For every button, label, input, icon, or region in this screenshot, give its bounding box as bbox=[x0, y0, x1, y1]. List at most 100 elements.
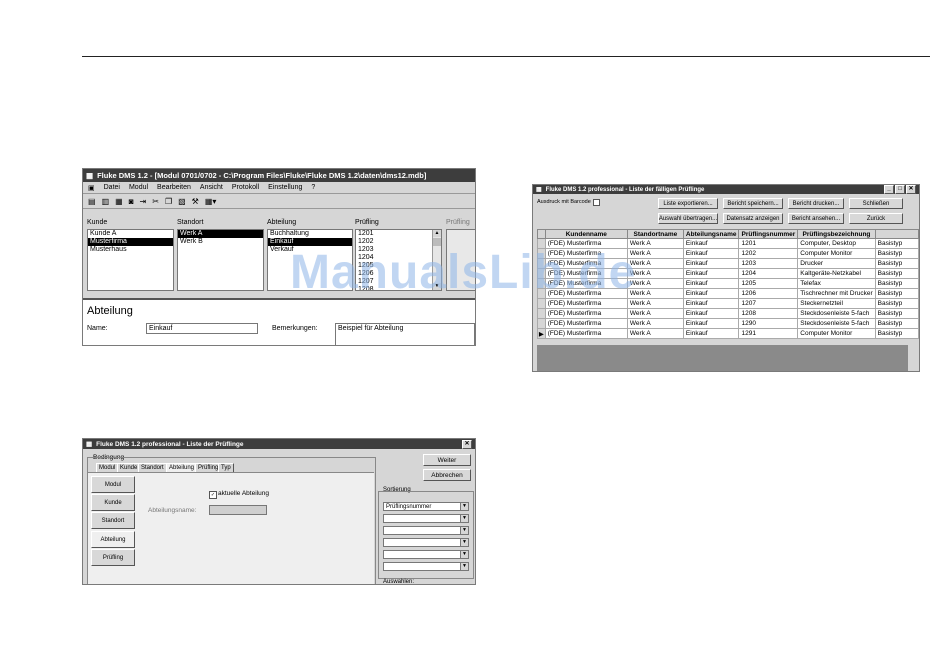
table-cell[interactable]: (FDE) Musterfirma bbox=[544, 308, 628, 319]
table-cell[interactable]: 1291 bbox=[738, 328, 799, 339]
table-row[interactable]: (FDE) Musterfirma Werk A Einkauf 1208 Steckd… bbox=[537, 308, 919, 319]
remarks-field[interactable]: Beispiel für Abteilung bbox=[335, 323, 475, 345]
calc-icon[interactable]: ▦▾ bbox=[205, 197, 217, 206]
open-icon[interactable]: ▥ bbox=[102, 197, 110, 206]
col-header-abteilungsname[interactable]: Abteilungsname bbox=[682, 229, 740, 239]
kunde-list[interactable]: Kunde A Musterfirma Musterhaus bbox=[87, 229, 174, 291]
table-cell[interactable]: Werk A bbox=[626, 318, 684, 329]
table-cell[interactable]: Einkauf bbox=[682, 238, 740, 249]
table-cell[interactable]: Steckdosenleiste 5-fach bbox=[797, 318, 876, 329]
col-header-prueflingsnummer[interactable]: Prüflingsnummer bbox=[738, 229, 799, 239]
list-item-selected[interactable]: Musterfirma bbox=[88, 238, 173, 246]
find-icon[interactable]: ◙ bbox=[129, 197, 134, 206]
table-cell[interactable]: Basistyp bbox=[874, 308, 919, 319]
table-cell[interactable]: Werk A bbox=[626, 298, 684, 309]
chevron-down-icon[interactable]: ▼ bbox=[460, 551, 468, 558]
list-item[interactable]: Musterhaus bbox=[88, 246, 173, 254]
list-item[interactable]: 1201 bbox=[356, 230, 441, 238]
table-cell[interactable]: Einkauf bbox=[682, 328, 740, 339]
chevron-down-icon[interactable]: ▼ bbox=[460, 539, 468, 546]
col-header-standortname[interactable]: Standortname bbox=[626, 229, 684, 239]
paste-icon[interactable]: ▧ bbox=[178, 197, 186, 206]
row-indicator[interactable] bbox=[537, 298, 546, 309]
list-item-selected[interactable]: Werk A bbox=[178, 230, 263, 238]
table-cell[interactable]: Werk A bbox=[626, 308, 684, 319]
tools-icon[interactable]: ⚒ bbox=[192, 197, 199, 206]
menu-datei[interactable]: Datei bbox=[104, 184, 120, 191]
table-cell[interactable]: Basistyp bbox=[874, 258, 919, 269]
table-cell[interactable]: (FDE) Musterfirma bbox=[544, 318, 628, 329]
table-cell[interactable]: (FDE) Musterfirma bbox=[544, 328, 628, 339]
standort-list[interactable]: Werk A Werk B bbox=[177, 229, 264, 291]
sort-combo-1[interactable]: Prüflingsnummer ▼ bbox=[383, 502, 469, 511]
current-checkbox[interactable]: ✓ bbox=[209, 491, 217, 499]
table-cell[interactable]: Drucker bbox=[797, 258, 876, 269]
col-header-kundenname[interactable]: Kundenname bbox=[544, 229, 628, 239]
menu-modul[interactable]: Modul bbox=[129, 184, 148, 191]
name-field[interactable]: Einkauf bbox=[146, 323, 258, 334]
menu-einstellung[interactable]: Einstellung bbox=[268, 184, 302, 191]
table-cell[interactable]: 1208 bbox=[738, 308, 799, 319]
tab-kunde[interactable]: Kunde bbox=[117, 463, 141, 472]
close-button[interactable]: Schließen bbox=[849, 198, 903, 209]
table-cell[interactable]: Steckdosenleiste 5-fach bbox=[797, 308, 876, 319]
col-header-prueflingsbezeichnung[interactable]: Prüflingsbezeichnung bbox=[797, 229, 876, 239]
chevron-down-icon[interactable]: ▼ bbox=[460, 515, 468, 522]
side-button-modul[interactable]: Modul bbox=[91, 476, 135, 493]
menu-bearbeiten[interactable]: Bearbeiten bbox=[157, 184, 191, 191]
chevron-down-icon[interactable]: ▼ bbox=[460, 527, 468, 534]
close-icon[interactable]: ✕ bbox=[462, 439, 472, 449]
menu-ansicht[interactable]: Ansicht bbox=[200, 184, 223, 191]
table-cell[interactable]: 1202 bbox=[738, 248, 799, 259]
table-cell[interactable]: Einkauf bbox=[682, 268, 740, 279]
table-cell[interactable]: Steckernetzteil bbox=[797, 298, 876, 309]
table-cell[interactable]: Telefax bbox=[797, 278, 876, 289]
sort-combo-4[interactable]: ▼ bbox=[383, 538, 469, 547]
minimize-icon[interactable]: _ bbox=[884, 185, 894, 194]
side-button-pruefling[interactable]: Prüfling bbox=[91, 549, 135, 566]
barcode-checkbox[interactable] bbox=[593, 199, 600, 206]
new-icon[interactable]: ▤ bbox=[88, 197, 96, 206]
export-list-button[interactable]: Liste exportieren... bbox=[658, 198, 718, 209]
transfer-selection-button[interactable]: Auswahl übertragen... bbox=[658, 213, 718, 224]
list-item[interactable]: Buchhaltung bbox=[268, 230, 352, 238]
table-cell[interactable]: Einkauf bbox=[682, 248, 740, 259]
table-cell[interactable]: Tischrechner mit Drucker bbox=[797, 288, 876, 299]
menu-help[interactable]: ? bbox=[311, 184, 315, 191]
table-cell[interactable]: Basistyp bbox=[874, 318, 919, 329]
print-icon[interactable]: ▦ bbox=[115, 197, 123, 206]
print-report-button[interactable]: Bericht drucken... bbox=[788, 198, 844, 209]
table-cell[interactable]: Basistyp bbox=[874, 278, 919, 289]
sort-combo-5[interactable]: ▼ bbox=[383, 550, 469, 559]
side-button-kunde[interactable]: Kunde bbox=[91, 494, 135, 511]
table-cell[interactable]: 1201 bbox=[738, 238, 799, 249]
save-report-button[interactable]: Bericht speichern... bbox=[723, 198, 783, 209]
table-cell[interactable]: Werk A bbox=[626, 328, 684, 339]
chevron-down-icon[interactable]: ▼ bbox=[460, 563, 468, 570]
view-report-button[interactable]: Bericht ansehen... bbox=[788, 213, 844, 224]
scroll-up-icon[interactable]: ▲ bbox=[433, 230, 441, 237]
table-row[interactable]: (FDE) Musterfirma Werk A Einkauf 1207 Stecke… bbox=[537, 298, 919, 309]
show-record-button[interactable]: Datensatz anzeigen bbox=[723, 213, 783, 224]
table-cell[interactable]: Basistyp bbox=[874, 238, 919, 249]
table-row[interactable]: ▶ (FDE) Musterfirma Werk A Einkauf 1291 Compu… bbox=[537, 328, 919, 339]
table-cell[interactable]: Basistyp bbox=[874, 298, 919, 309]
table-cell[interactable]: Computer, Desktop bbox=[797, 238, 876, 249]
chevron-down-icon[interactable]: ▼ bbox=[460, 503, 468, 510]
table-cell[interactable]: Kaltgeräte-Netzkabel bbox=[797, 268, 876, 279]
table-cell[interactable]: (FDE) Musterfirma bbox=[544, 298, 628, 309]
table-cell[interactable]: Einkauf bbox=[682, 298, 740, 309]
table-cell[interactable]: 1290 bbox=[738, 318, 799, 329]
sort-combo-2[interactable]: ▼ bbox=[383, 514, 469, 523]
table-row[interactable]: (FDE) Musterfirma Werk A Einkauf 1290 Steckd… bbox=[537, 318, 919, 329]
weiter-button[interactable]: Weiter bbox=[423, 454, 471, 466]
table-cell[interactable]: Einkauf bbox=[682, 318, 740, 329]
list-item[interactable]: Kunde A bbox=[88, 230, 173, 238]
table-cell[interactable]: Basistyp bbox=[874, 328, 919, 339]
tab-standort[interactable]: Standort bbox=[138, 463, 167, 472]
row-indicator[interactable]: ▶ bbox=[537, 328, 546, 339]
row-indicator[interactable] bbox=[537, 308, 546, 319]
maximize-icon[interactable]: □ bbox=[895, 185, 905, 194]
tab-abteilung[interactable]: Abteilung bbox=[166, 463, 198, 472]
row-indicator[interactable] bbox=[537, 318, 546, 329]
